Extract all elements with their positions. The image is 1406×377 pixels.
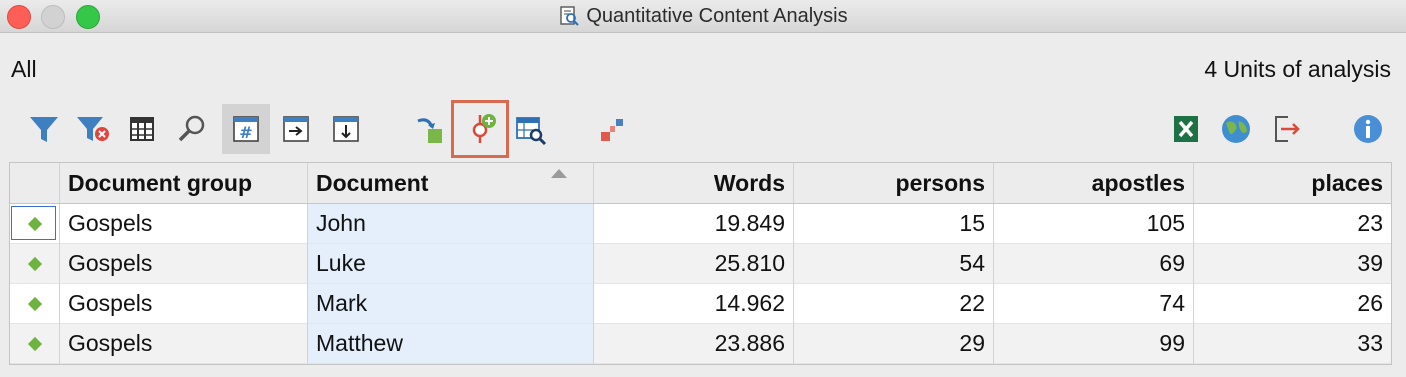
- cell-apostles[interactable]: 74: [994, 284, 1194, 324]
- frequency-button[interactable]: #: [222, 104, 270, 154]
- code-matrix-icon: [601, 119, 623, 141]
- row-marker: [10, 244, 60, 284]
- web-export-button[interactable]: [1212, 104, 1260, 154]
- cell-document[interactable]: Luke: [308, 244, 594, 284]
- arrow-down-icon: [333, 116, 359, 142]
- cell-document[interactable]: Matthew: [308, 324, 594, 364]
- cell-words[interactable]: 19.849: [594, 204, 794, 244]
- cell-words[interactable]: 23.886: [594, 324, 794, 364]
- column-header-places[interactable]: places: [1194, 163, 1391, 203]
- column-header-document[interactable]: Document: [308, 163, 594, 203]
- cell-apostles[interactable]: 99: [994, 324, 1194, 364]
- column-header-apostles[interactable]: apostles: [994, 163, 1194, 203]
- cell-document-group[interactable]: Gospels: [60, 244, 308, 284]
- columns-icon: [130, 117, 154, 141]
- scope-label: All: [11, 56, 37, 82]
- clear-filter-button[interactable]: [69, 104, 117, 154]
- cell-apostles[interactable]: 69: [994, 244, 1194, 284]
- cell-document[interactable]: Mark: [308, 284, 594, 324]
- row-marker: [10, 284, 60, 324]
- table-row[interactable]: Gospels Mark 14.962 22 74 26: [10, 284, 1391, 324]
- search-icon: [178, 115, 205, 142]
- table-search-button[interactable]: [506, 104, 554, 154]
- cell-persons[interactable]: 54: [794, 244, 994, 284]
- add-code-icon: [472, 114, 496, 143]
- column-header-document-group[interactable]: Document group: [60, 163, 308, 203]
- code-matrix-button[interactable]: [588, 104, 636, 154]
- move-down-button[interactable]: [322, 104, 370, 154]
- cell-document-group[interactable]: Gospels: [60, 204, 308, 244]
- excel-export-button[interactable]: [1162, 104, 1210, 154]
- table-row[interactable]: Gospels Luke 25.810 54 69 39: [10, 244, 1391, 284]
- info-icon: [1354, 115, 1382, 143]
- cell-words[interactable]: 14.962: [594, 284, 794, 324]
- cell-document-group[interactable]: Gospels: [60, 324, 308, 364]
- table-header-row: Document group Document Words persons ap…: [10, 163, 1391, 204]
- table-row[interactable]: Gospels John 19.849 15 105 23: [10, 204, 1391, 244]
- diamond-icon: [27, 256, 42, 271]
- diamond-icon: [27, 296, 42, 311]
- cell-words[interactable]: 25.810: [594, 244, 794, 284]
- cell-persons[interactable]: 15: [794, 204, 994, 244]
- cell-places[interactable]: 26: [1194, 284, 1391, 324]
- clear-filter-icon: [77, 117, 109, 141]
- columns-button[interactable]: [118, 104, 166, 154]
- info-button[interactable]: [1344, 104, 1392, 154]
- cell-apostles[interactable]: 105: [994, 204, 1194, 244]
- add-code-button[interactable]: [451, 100, 509, 158]
- column-header-document-label: Document: [316, 169, 429, 196]
- hash-frequency-icon: #: [233, 116, 259, 142]
- svg-text:#: #: [239, 123, 252, 142]
- filter-button[interactable]: [20, 104, 68, 154]
- table-row[interactable]: Gospels Matthew 23.886 29 99 33: [10, 324, 1391, 364]
- column-header-words[interactable]: Words: [594, 163, 794, 203]
- cell-places[interactable]: 39: [1194, 244, 1391, 284]
- cell-persons[interactable]: 22: [794, 284, 994, 324]
- cell-places[interactable]: 33: [1194, 324, 1391, 364]
- results-table: Document group Document Words persons ap…: [9, 162, 1392, 365]
- diamond-icon: [27, 336, 42, 351]
- sort-ascending-icon: [551, 169, 567, 178]
- column-header-marker[interactable]: [10, 163, 60, 203]
- units-count: 4 Units of analysis: [1204, 56, 1391, 82]
- export-icon: [1275, 116, 1300, 142]
- row-marker: [10, 324, 60, 364]
- filter-icon: [30, 117, 58, 142]
- window-title: Quantitative Content Analysis: [586, 4, 848, 27]
- table-search-icon: [516, 117, 547, 146]
- arrow-right-icon: [283, 116, 309, 142]
- column-header-persons[interactable]: persons: [794, 163, 994, 203]
- globe-icon: [1222, 115, 1250, 143]
- move-right-button[interactable]: [272, 104, 320, 154]
- excel-icon: [1174, 116, 1198, 142]
- document-analysis-icon: [560, 6, 580, 26]
- cell-document-group[interactable]: Gospels: [60, 284, 308, 324]
- search-button[interactable]: [168, 104, 216, 154]
- cell-places[interactable]: 23: [1194, 204, 1391, 244]
- cell-persons[interactable]: 29: [794, 324, 994, 364]
- transform-button[interactable]: [404, 104, 452, 154]
- title-bar: Quantitative Content Analysis: [0, 0, 1406, 33]
- export-button[interactable]: [1262, 104, 1310, 154]
- transform-icon: [417, 118, 442, 143]
- row-marker: [10, 204, 60, 244]
- cell-document[interactable]: John: [308, 204, 594, 244]
